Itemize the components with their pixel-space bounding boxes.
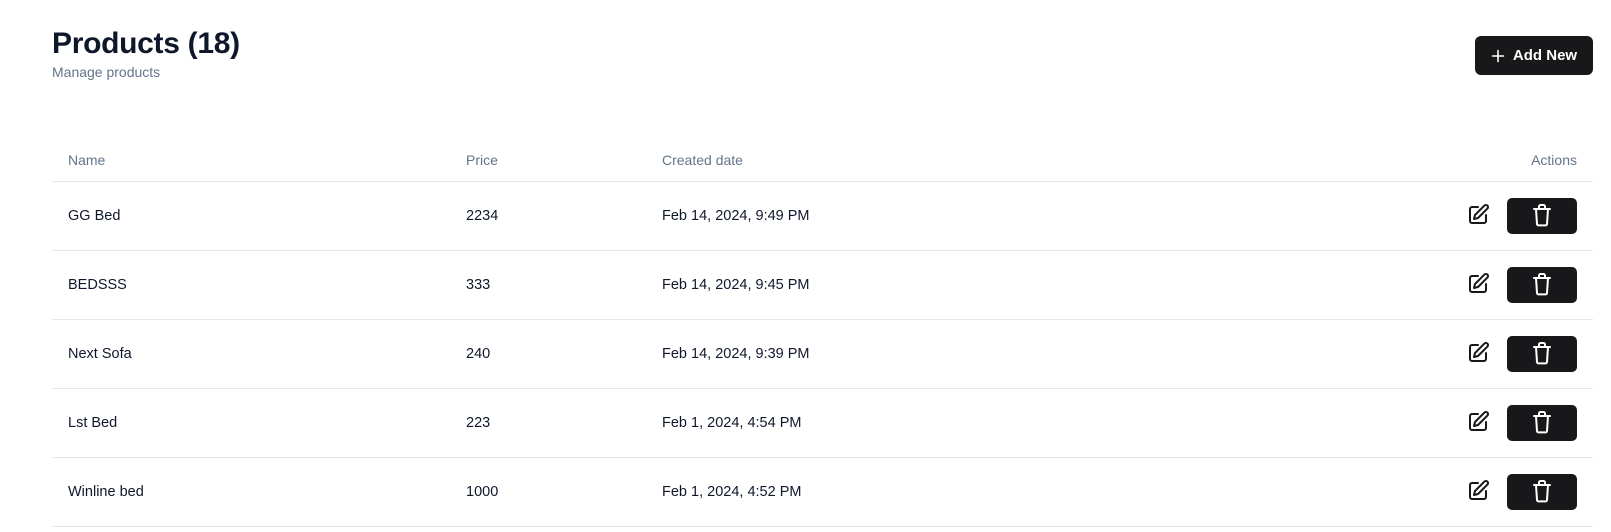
product-name-cell: Lst Bed (52, 388, 450, 458)
column-header-name[interactable]: Name (52, 138, 450, 182)
edit-icon (1466, 410, 1490, 437)
edit-icon (1466, 203, 1490, 230)
product-created-date-cell: Feb 1, 2024, 4:54 PM (646, 388, 1361, 458)
row-actions (1377, 474, 1577, 510)
product-price-cell: 1000 (450, 457, 646, 527)
edit-button[interactable] (1465, 479, 1491, 505)
product-name-cell: Next Sofa (52, 319, 450, 389)
product-price-cell: 240 (450, 319, 646, 389)
product-created-date-cell: Feb 14, 2024, 9:49 PM (646, 181, 1361, 251)
trash-icon (1531, 203, 1553, 230)
add-new-button[interactable]: Add New (1475, 36, 1593, 75)
actions-cell (1361, 457, 1593, 527)
actions-cell (1361, 388, 1593, 458)
product-price-cell: 333 (450, 250, 646, 320)
trash-icon (1531, 341, 1553, 368)
trash-icon (1531, 479, 1553, 506)
row-actions (1377, 336, 1577, 372)
table-row[interactable]: Next Sofa 240 Feb 14, 2024, 9:39 PM (52, 319, 1593, 389)
delete-button[interactable] (1507, 474, 1577, 510)
row-actions (1377, 405, 1577, 441)
column-header-price[interactable]: Price (450, 138, 646, 182)
product-price-cell: 223 (450, 388, 646, 458)
delete-button[interactable] (1507, 267, 1577, 303)
trash-icon (1531, 410, 1553, 437)
table-row[interactable]: BEDSSS 333 Feb 14, 2024, 9:45 PM (52, 250, 1593, 320)
actions-cell (1361, 181, 1593, 251)
edit-button[interactable] (1465, 341, 1491, 367)
product-name-cell: GG Bed (52, 181, 450, 251)
product-name-cell: BEDSSS (52, 250, 450, 320)
edit-icon (1466, 479, 1490, 506)
page-title: Products (18) (52, 27, 240, 60)
plus-icon (1491, 49, 1505, 63)
delete-button[interactable] (1507, 336, 1577, 372)
product-created-date-cell: Feb 1, 2024, 4:52 PM (646, 457, 1361, 527)
actions-cell (1361, 319, 1593, 389)
edit-icon (1466, 341, 1490, 368)
page-subtitle: Manage products (52, 64, 161, 80)
product-created-date-cell: Feb 14, 2024, 9:39 PM (646, 319, 1361, 389)
edit-button[interactable] (1465, 272, 1491, 298)
delete-button[interactable] (1507, 405, 1577, 441)
edit-button[interactable] (1465, 203, 1491, 229)
table-row[interactable]: Winline bed 1000 Feb 1, 2024, 4:52 PM (52, 457, 1593, 527)
product-price-cell: 2234 (450, 181, 646, 251)
add-new-label: Add New (1512, 47, 1578, 64)
table-header-row: Name Price Created date Actions (52, 138, 1593, 182)
products-table: Name Price Created date Actions GG Bed 2… (52, 138, 1593, 527)
column-header-created-date[interactable]: Created date (646, 138, 1361, 182)
actions-cell (1361, 250, 1593, 320)
products-page: Products (18) Manage products Add New Na… (0, 0, 1611, 532)
table-row[interactable]: Lst Bed 223 Feb 1, 2024, 4:54 PM (52, 388, 1593, 458)
column-header-actions: Actions (1361, 138, 1593, 182)
edit-icon (1466, 272, 1490, 299)
table-row[interactable]: GG Bed 2234 Feb 14, 2024, 9:49 PM (52, 181, 1593, 251)
row-actions (1377, 267, 1577, 303)
trash-icon (1531, 272, 1553, 299)
product-name-cell: Winline bed (52, 457, 450, 527)
delete-button[interactable] (1507, 198, 1577, 234)
product-created-date-cell: Feb 14, 2024, 9:45 PM (646, 250, 1361, 320)
table-body: GG Bed 2234 Feb 14, 2024, 9:49 PM BEDSSS… (52, 181, 1593, 527)
row-actions (1377, 198, 1577, 234)
page-header: Products (18) Manage products Add New (52, 26, 1593, 86)
edit-button[interactable] (1465, 410, 1491, 436)
